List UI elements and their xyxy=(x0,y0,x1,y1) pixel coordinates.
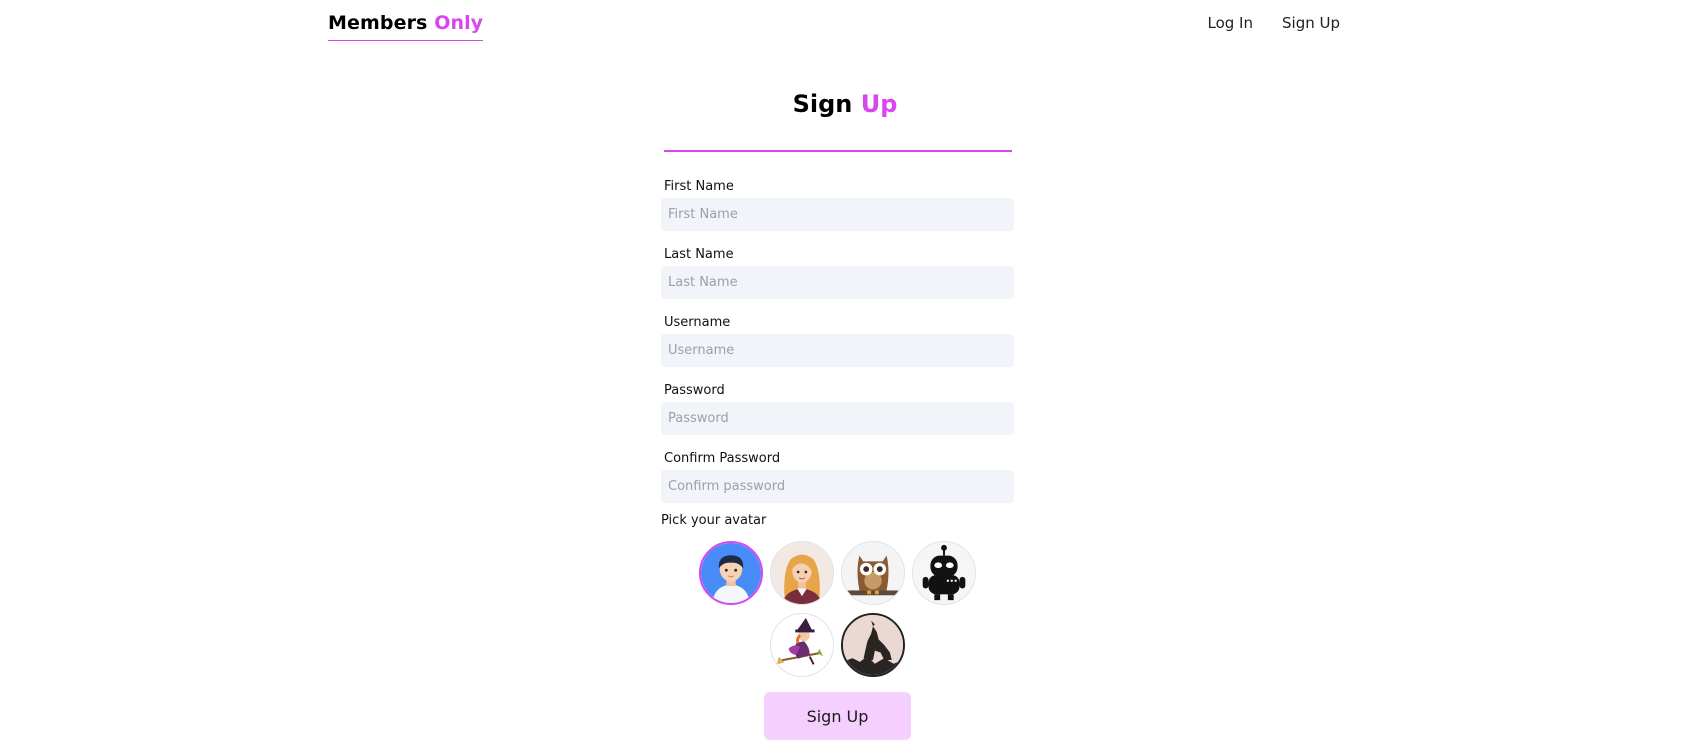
avatar-option-boy[interactable] xyxy=(699,541,763,605)
avatar-option-girl[interactable] xyxy=(770,541,834,605)
last-name-label: Last Name xyxy=(664,247,734,262)
boy-avatar-icon xyxy=(701,543,761,603)
avatar-option-robot[interactable] xyxy=(912,541,976,605)
nav-links: Log In Sign Up xyxy=(1208,14,1341,32)
username-input[interactable] xyxy=(661,334,1014,367)
first-name-label: First Name xyxy=(664,179,734,194)
page-title-main: Sign xyxy=(792,90,853,118)
page-title-accent: Up xyxy=(860,90,898,118)
last-name-input[interactable] xyxy=(661,266,1014,299)
password-input[interactable] xyxy=(661,402,1014,435)
avatar-option-wolf[interactable] xyxy=(841,613,905,677)
owl-avatar-icon xyxy=(842,542,904,604)
girl-avatar-icon xyxy=(771,542,833,604)
nav-signup-link[interactable]: Sign Up xyxy=(1282,14,1340,32)
avatar-option-witch[interactable] xyxy=(770,613,834,677)
top-navbar: Members Only Log In Sign Up xyxy=(0,0,1690,60)
password-label: Password xyxy=(664,383,725,398)
avatar-option-owl[interactable] xyxy=(841,541,905,605)
witch-avatar-icon xyxy=(771,614,833,676)
brand-main-text: Members xyxy=(328,12,428,34)
page-title: Sign Up xyxy=(0,90,1690,118)
username-label: Username xyxy=(664,315,731,330)
confirm-password-input[interactable] xyxy=(661,470,1014,503)
first-name-input[interactable] xyxy=(661,198,1014,231)
title-divider xyxy=(664,150,1012,152)
avatar-picker-label: Pick your avatar xyxy=(661,513,767,528)
nav-login-link[interactable]: Log In xyxy=(1208,14,1254,32)
robot-avatar-icon xyxy=(913,542,975,604)
signup-submit-button[interactable]: Sign Up xyxy=(764,692,911,740)
brand-accent-text: Only xyxy=(434,12,484,34)
brand-logo[interactable]: Members Only xyxy=(328,12,484,41)
wolf-avatar-icon xyxy=(843,615,903,675)
confirm-password-label: Confirm Password xyxy=(664,451,781,466)
